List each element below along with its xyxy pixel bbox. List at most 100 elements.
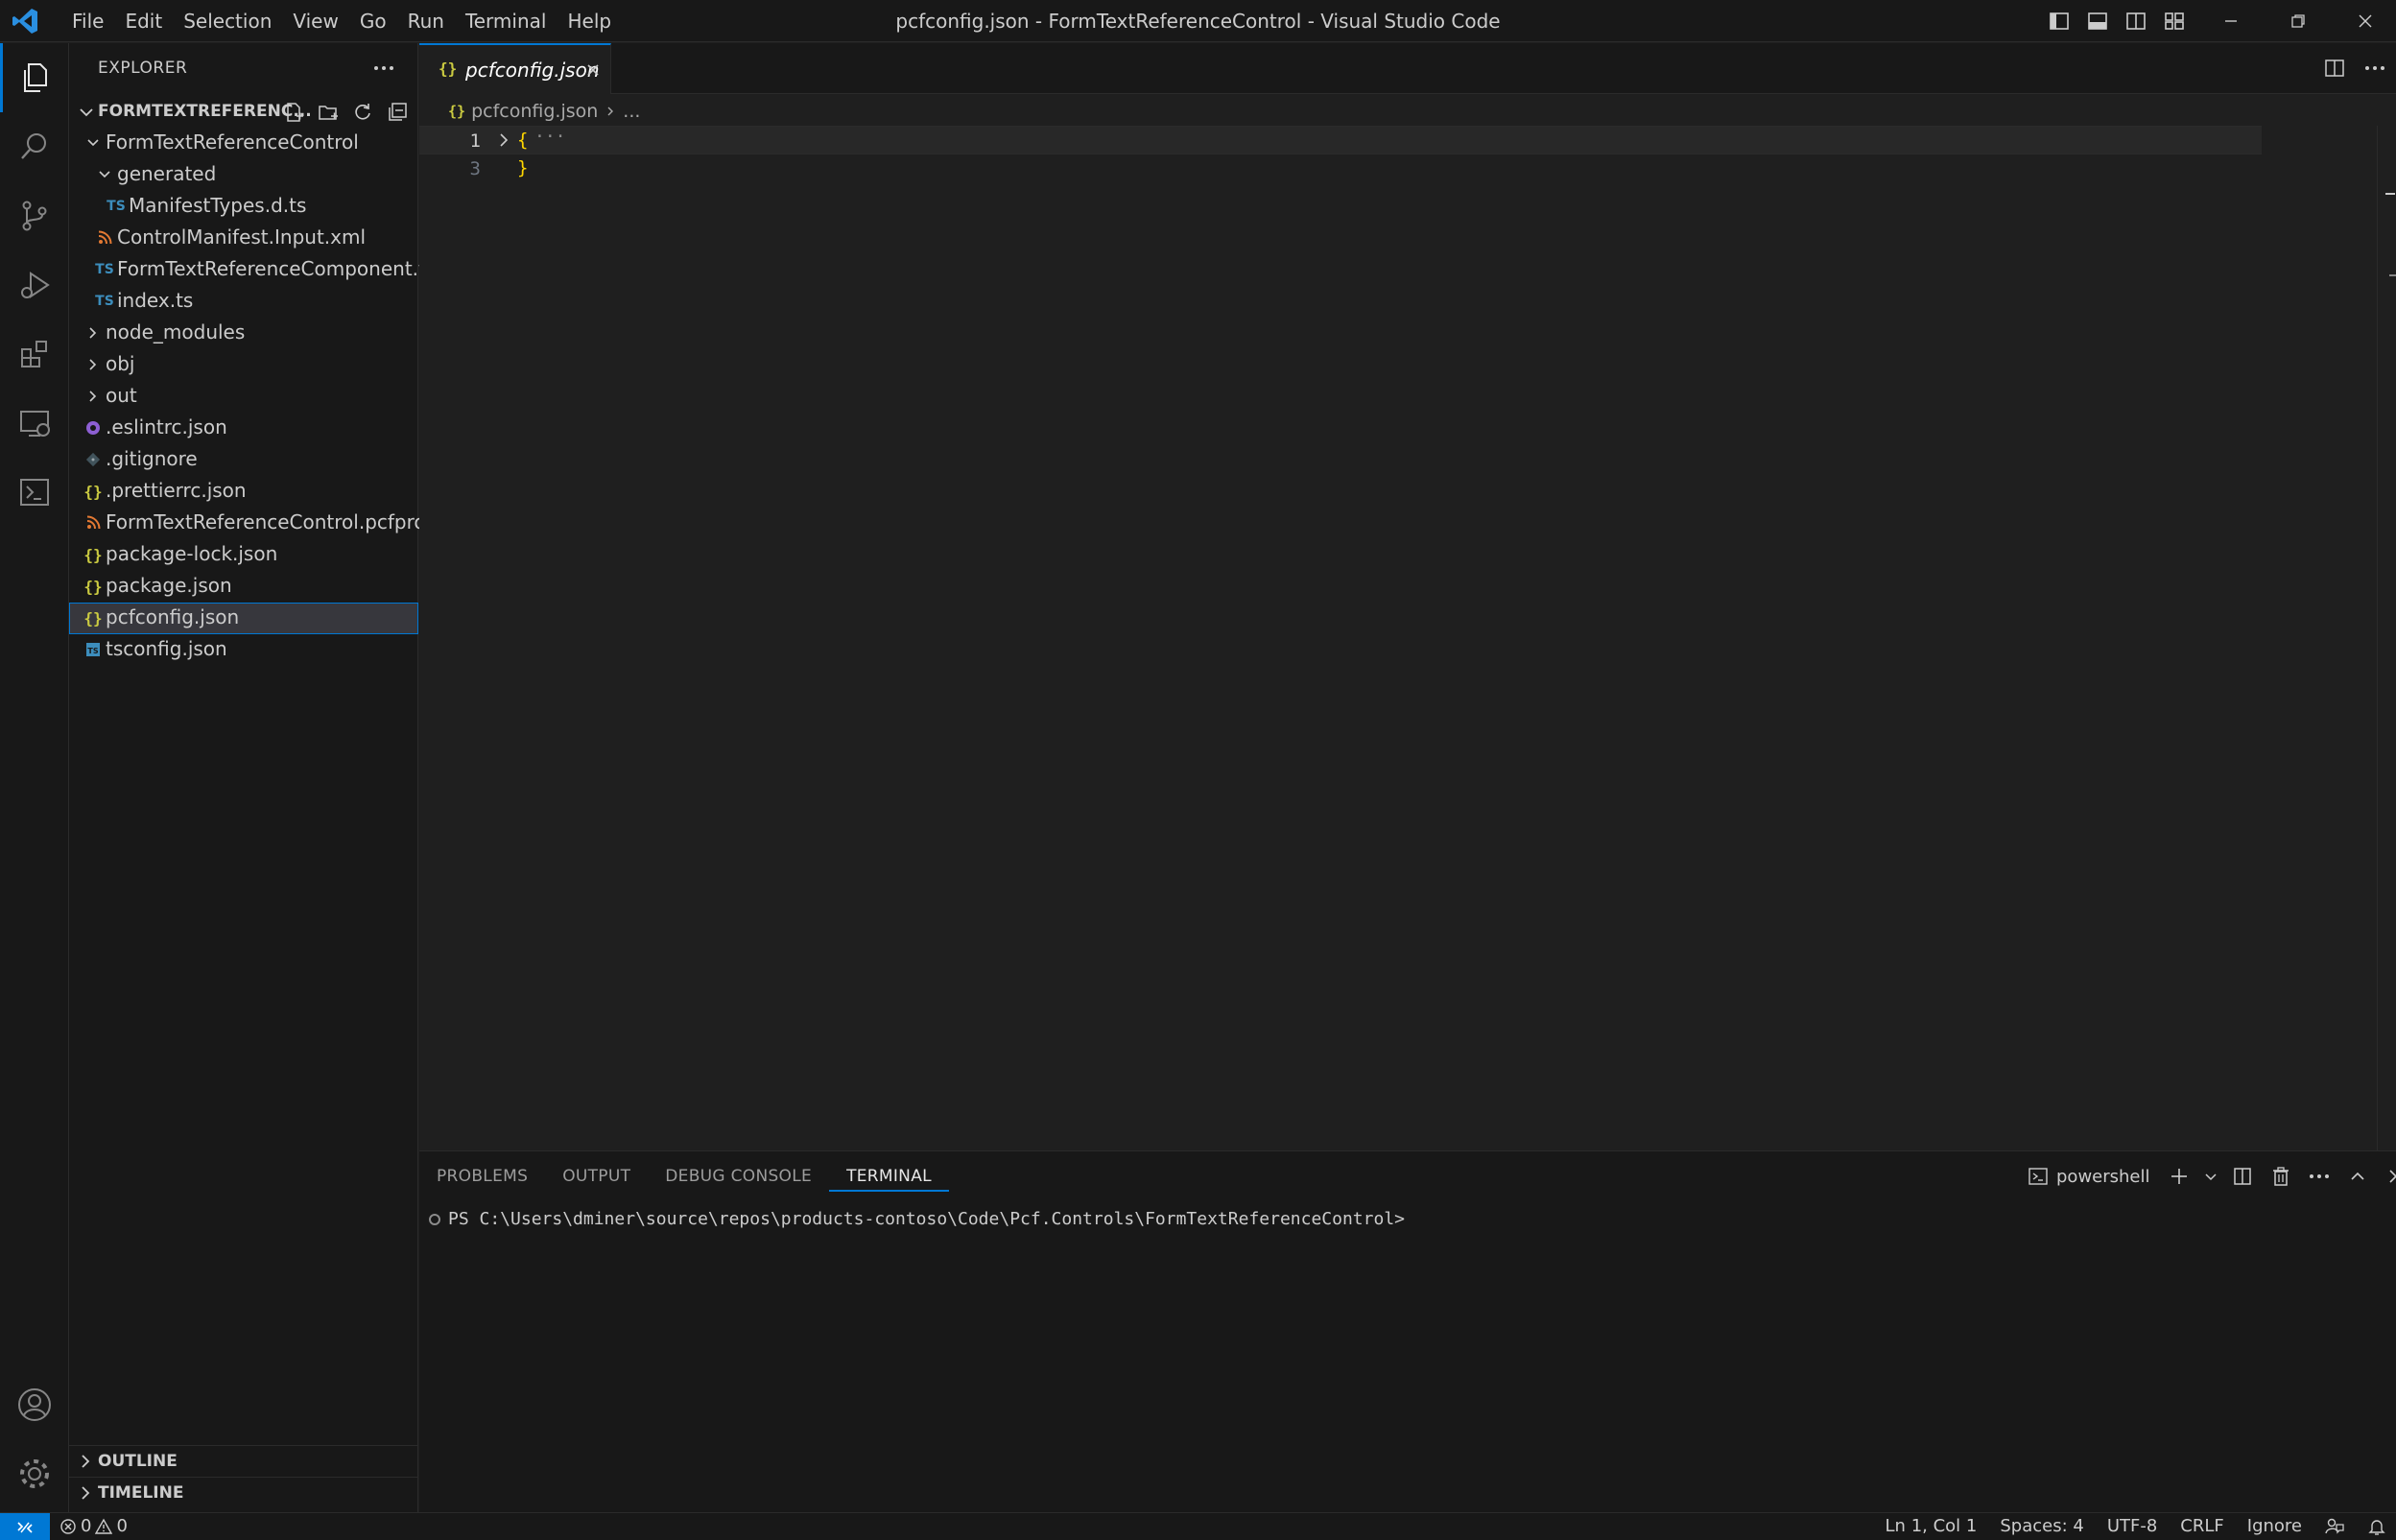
tree-file[interactable]: {} package-lock.json [69,539,418,571]
tab-terminal[interactable]: TERMINAL [829,1151,949,1201]
tab-output[interactable]: OUTPUT [545,1151,648,1201]
run-debug-icon[interactable] [0,250,69,320]
collapse-all-icon[interactable] [382,99,413,126]
tree-item-label: pcfconfig.json [106,605,240,628]
terminal-view-icon[interactable] [0,458,69,527]
kill-terminal-trash-icon[interactable] [2266,1161,2296,1192]
outline-section[interactable]: OUTLINE [69,1445,418,1477]
terminal-profile-button[interactable]: powershell [2022,1161,2156,1192]
tree-file[interactable]: .gitignore [69,444,418,476]
sidebar-header: EXPLORER [69,43,418,95]
code-editor[interactable]: 1 { ··· 3 } [419,126,2396,1085]
tree-file[interactable]: {} pcfconfig.json [69,603,418,634]
restore-icon[interactable] [2265,0,2332,42]
toggle-panel-icon[interactable] [2082,6,2113,36]
terminal-dropdown-chevron-icon[interactable] [2202,1161,2219,1192]
remote-indicator-icon[interactable] [0,1513,50,1540]
fold-chevron-right-icon[interactable] [494,130,513,150]
code-line-3[interactable]: 3 } [419,154,2262,183]
tab-debug-console[interactable]: DEBUG CONSOLE [648,1151,829,1201]
explorer-icon[interactable] [0,43,69,112]
typescript-file-icon: TS [95,262,114,277]
error-icon [60,1518,76,1534]
remote-explorer-icon[interactable] [0,389,69,458]
tree-file[interactable]: {} package.json [69,571,418,603]
search-icon[interactable] [0,112,69,181]
menu-file[interactable]: File [61,0,114,42]
vscode-logo-icon [12,9,37,34]
toggle-secondary-sidebar-icon[interactable] [2121,6,2151,36]
new-terminal-icon[interactable] [2164,1161,2194,1192]
tree-file[interactable]: {} .prettierrc.json [69,476,418,508]
extensions-icon[interactable] [0,320,69,389]
menu-run[interactable]: Run [397,0,455,42]
tree-file[interactable]: FormTextReferenceControl.pcfproj [69,508,431,539]
settings-gear-icon[interactable] [0,1439,69,1508]
breadcrumb-more[interactable]: ... [623,101,640,122]
notifications-bell-icon[interactable] [2367,1517,2386,1536]
cursor-position[interactable]: Ln 1, Col 1 [1886,1516,1978,1536]
new-folder-icon[interactable] [313,99,344,126]
breadcrumb-file[interactable]: pcfconfig.json [471,101,598,122]
tree-item-label: obj [106,352,135,375]
feedback-icon[interactable] [2325,1517,2344,1536]
menu-help[interactable]: Help [557,0,622,42]
timeline-section[interactable]: TIMELINE [69,1477,418,1508]
panel-more-icon[interactable] [2304,1161,2335,1192]
terminal-profile-label: powershell [2056,1166,2150,1187]
toggle-primary-sidebar-icon[interactable] [2044,6,2075,36]
refresh-icon[interactable] [347,99,378,126]
project-actions [278,99,413,126]
code-line-1[interactable]: 1 { ··· [419,126,2262,154]
account-icon[interactable] [0,1370,69,1439]
tsconfig-file-icon: TS [83,639,104,660]
menu-selection[interactable]: Selection [173,0,282,42]
menu-go[interactable]: Go [349,0,397,42]
tab-problems[interactable]: PROBLEMS [419,1151,545,1201]
split-editor-icon[interactable] [2319,53,2350,83]
tree-file[interactable]: TS tsconfig.json [69,634,418,666]
panel-tabs: PROBLEMS OUTPUT DEBUG CONSOLE TERMINAL [419,1151,949,1201]
indentation[interactable]: Spaces: 4 [2000,1516,2083,1536]
tree-folder[interactable]: obj [69,349,418,381]
tree-file[interactable]: ControlManifest.Input.xml [69,223,418,254]
menu-view[interactable]: View [282,0,348,42]
language-mode[interactable]: Ignore [2247,1516,2302,1536]
end-of-line[interactable]: CRLF [2180,1516,2223,1536]
xml-file-icon [94,227,115,249]
project-root-header[interactable]: FORMTEXTREFERENC... [69,97,418,128]
terminal-output[interactable]: PS C:\Users\dminer\source\repos\products… [429,1209,1405,1229]
menu-terminal[interactable]: Terminal [455,0,557,42]
tree-folder[interactable]: node_modules [69,318,418,349]
customize-layout-icon[interactable] [2159,6,2190,36]
split-terminal-icon[interactable] [2227,1161,2258,1192]
source-control-icon[interactable] [0,181,69,250]
folded-ellipsis[interactable]: ··· [534,127,566,147]
tree-file[interactable]: TS ManifestTypes.d.ts [69,191,418,223]
new-file-icon[interactable] [278,99,309,126]
problems-status[interactable]: 0 0 [59,1516,128,1536]
close-window-icon[interactable] [2332,0,2396,42]
timeline-label: TIMELINE [98,1483,184,1503]
editor-tab-pcfconfig[interactable]: {} pcfconfig.json [419,43,611,94]
editor-tab-bar: {} pcfconfig.json [419,43,2396,94]
maximize-panel-chevron-up-icon[interactable] [2342,1161,2373,1192]
tree-file[interactable]: .eslintrc.json [69,413,418,444]
encoding[interactable]: UTF-8 [2107,1516,2157,1536]
more-actions-icon[interactable] [367,53,401,83]
tree-file[interactable]: TS index.ts [69,286,418,318]
overview-ruler[interactable] [2377,126,2396,1150]
json-file-icon: {} [439,59,458,78]
tree-file[interactable]: TS FormTextReferenceComponent.tsx [69,254,447,286]
explorer-sidebar: EXPLORER FORMTEXTREFERENC... FormTextRef… [69,43,447,1512]
tree-folder[interactable]: generated [69,159,418,191]
warning-count: 0 [116,1516,128,1536]
close-tab-icon[interactable] [582,59,604,81]
editor-more-icon[interactable] [2360,53,2390,83]
minimize-icon[interactable] [2197,0,2265,42]
close-panel-icon[interactable] [2381,1161,2396,1192]
menu-edit[interactable]: Edit [114,0,173,42]
tree-folder[interactable]: out [69,381,418,413]
tree-folder[interactable]: FormTextReferenceControl [69,128,418,159]
status-bar: 0 0 Ln 1, Col 1 Spaces: 4 UTF-8 CRLF Ign… [0,1512,2396,1540]
